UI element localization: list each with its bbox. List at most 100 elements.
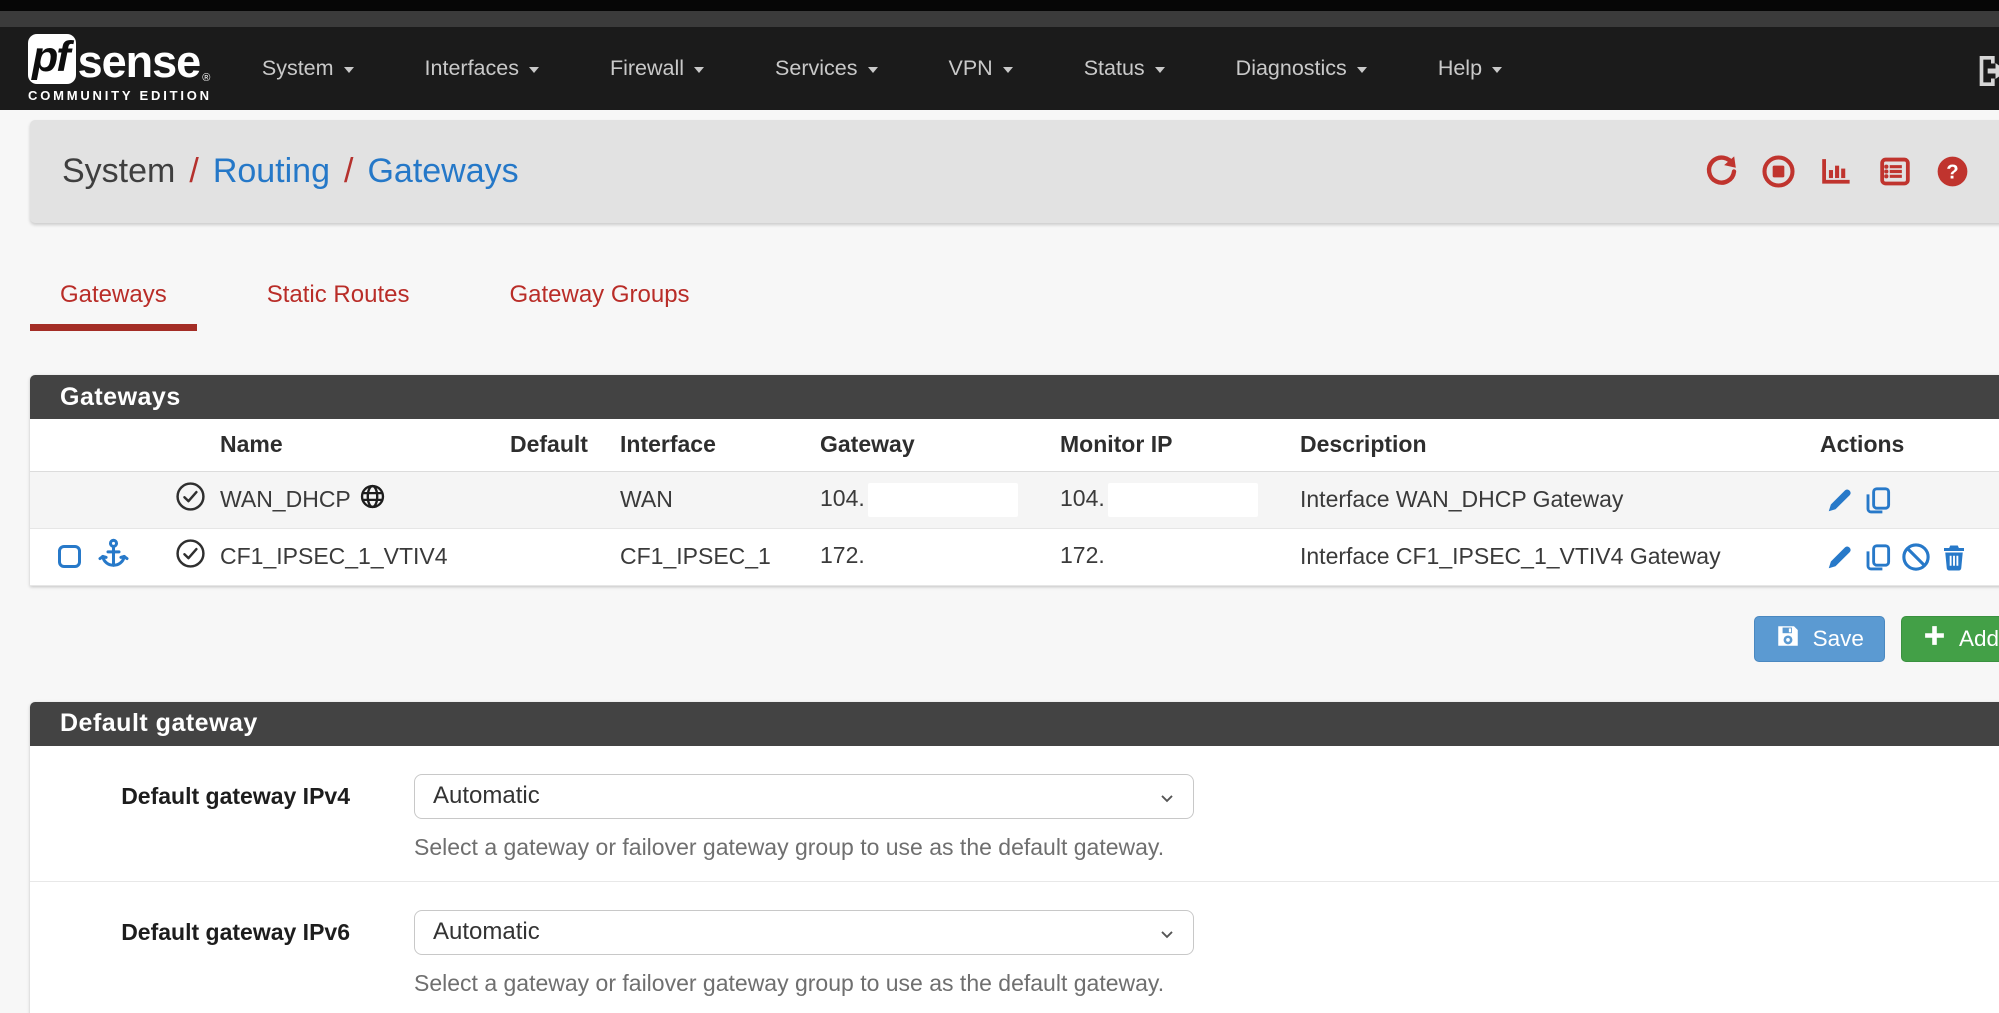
caret-down-icon xyxy=(1357,67,1367,73)
gateway-default xyxy=(510,471,620,528)
caret-down-icon xyxy=(694,67,704,73)
gateways-panel: Gateways Name Default Interface Gateway … xyxy=(30,375,1999,586)
gateway-address: 172. xyxy=(820,542,865,568)
gateway-address: 104. xyxy=(820,485,865,511)
check-circle-icon xyxy=(175,481,206,518)
sign-out-icon[interactable] xyxy=(1973,51,1999,96)
default-gateway-ipv6-select[interactable]: Automatic xyxy=(414,910,1194,955)
gateways-panel-title: Gateways xyxy=(60,383,181,412)
breadcrumb-panel: System / Routing / Gateways ? xyxy=(30,120,1999,223)
form-row-ipv4: Default gateway IPv4 Automatic Select a … xyxy=(30,746,1999,882)
col-name: Name xyxy=(220,419,510,471)
monitor-ip: 172. xyxy=(1060,542,1105,568)
nav-item-system[interactable]: System xyxy=(262,56,354,81)
check-circle-icon xyxy=(175,538,206,575)
nav-item-help[interactable]: Help xyxy=(1438,56,1502,81)
col-gateway: Gateway xyxy=(820,419,1060,471)
default-gateway-panel-title: Default gateway xyxy=(60,709,258,738)
gateway-name: WAN_DHCP xyxy=(220,486,351,513)
nav-item-firewall[interactable]: Firewall xyxy=(610,56,704,81)
col-description: Description xyxy=(1300,419,1820,471)
gateway-description: Interface CF1_IPSEC_1_VTIV4 Gateway xyxy=(1300,528,1820,585)
nav-item-label: System xyxy=(262,56,334,81)
breadcrumb-separator: / xyxy=(189,152,198,191)
nav-item-status[interactable]: Status xyxy=(1084,56,1165,81)
refresh-icon[interactable] xyxy=(1704,154,1739,189)
breadcrumb-separator: / xyxy=(344,152,353,191)
default-gateway-ipv6-label: Default gateway IPv6 xyxy=(30,910,350,997)
caret-down-icon xyxy=(1003,67,1013,73)
nav-item-label: Firewall xyxy=(610,56,684,81)
svg-text:?: ? xyxy=(1946,162,1958,184)
save-icon xyxy=(1775,623,1801,655)
tab-static-routes[interactable]: Static Routes xyxy=(237,281,440,331)
plus-icon xyxy=(1922,623,1947,654)
gateway-interface: CF1_IPSEC_1 xyxy=(620,528,820,585)
add-button[interactable]: Add xyxy=(1901,616,1999,662)
logo-sense: sense xyxy=(78,39,201,84)
pfsense-logo[interactable]: pf sense ® COMMUNITY EDITION xyxy=(28,34,212,103)
select-value: Automatic xyxy=(433,918,540,946)
gateway-description: Interface WAN_DHCP Gateway xyxy=(1300,471,1820,528)
tab-gateways[interactable]: Gateways xyxy=(30,281,197,331)
default-gateway-ipv6-help: Select a gateway or failover gateway gro… xyxy=(414,970,1194,997)
row-checkbox[interactable] xyxy=(58,545,81,568)
table-buttons-row: Save Add xyxy=(30,586,1999,662)
chevron-down-icon xyxy=(1157,788,1177,808)
nav-item-label: VPN xyxy=(949,56,993,81)
breadcrumb-system: System xyxy=(62,152,175,191)
delete-icon[interactable] xyxy=(1939,542,1969,572)
help-icon[interactable]: ? xyxy=(1935,154,1970,189)
redacted-value xyxy=(1108,483,1258,517)
logo-pf: pf xyxy=(28,34,76,84)
disable-icon[interactable] xyxy=(1901,542,1931,572)
default-gateway-panel: Default gateway Default gateway IPv4 Aut… xyxy=(30,702,1999,1013)
table-row-wan-dhcp: WAN_DHCP WAN 104. 104. Interface WAN_DHC… xyxy=(30,471,1999,528)
window-top-strip xyxy=(0,0,1999,11)
caret-down-icon xyxy=(1155,67,1165,73)
log-icon[interactable] xyxy=(1877,154,1913,189)
copy-icon[interactable] xyxy=(1863,542,1893,572)
chevron-down-icon xyxy=(1157,924,1177,944)
edit-icon[interactable] xyxy=(1825,485,1855,515)
select-value: Automatic xyxy=(433,782,540,810)
add-button-label: Add xyxy=(1959,626,1999,652)
gateway-interface: WAN xyxy=(620,471,820,528)
logo-registered-mark: ® xyxy=(202,73,210,84)
redacted-value xyxy=(1108,540,1258,574)
globe-icon xyxy=(359,483,386,516)
col-status xyxy=(160,419,220,471)
save-button[interactable]: Save xyxy=(1754,616,1885,662)
nav-item-interfaces[interactable]: Interfaces xyxy=(425,56,539,81)
monitor-ip: 104. xyxy=(1060,485,1105,511)
routing-tabs: Gateways Static Routes Gateway Groups xyxy=(30,281,1999,331)
breadcrumb: System / Routing / Gateways xyxy=(62,152,519,191)
breadcrumb-gateways[interactable]: Gateways xyxy=(367,152,518,191)
redacted-value xyxy=(868,540,1018,574)
caret-down-icon xyxy=(868,67,878,73)
nav-item-label: Diagnostics xyxy=(1236,56,1347,81)
table-row-cf1-ipsec: CF1_IPSEC_1_VTIV4 CF1_IPSEC_1 172. 172. … xyxy=(30,528,1999,585)
tab-gateway-groups[interactable]: Gateway Groups xyxy=(479,281,719,331)
nav-item-label: Interfaces xyxy=(425,56,519,81)
nav-item-vpn[interactable]: VPN xyxy=(949,56,1013,81)
edit-icon[interactable] xyxy=(1825,542,1855,572)
save-button-label: Save xyxy=(1813,626,1864,652)
copy-icon[interactable] xyxy=(1863,485,1893,515)
default-gateway-ipv4-select[interactable]: Automatic xyxy=(414,774,1194,819)
default-gateway-ipv4-label: Default gateway IPv4 xyxy=(30,774,350,861)
gateway-default xyxy=(510,528,620,585)
table-header-row: Name Default Interface Gateway Monitor I… xyxy=(30,419,1999,471)
window-title-strip xyxy=(0,11,1999,27)
gateways-table: Name Default Interface Gateway Monitor I… xyxy=(30,419,1999,586)
chart-icon[interactable] xyxy=(1818,154,1855,189)
breadcrumb-routing[interactable]: Routing xyxy=(213,152,330,191)
stop-icon[interactable] xyxy=(1761,154,1796,189)
col-interface: Interface xyxy=(620,419,820,471)
nav-item-services[interactable]: Services xyxy=(775,56,877,81)
caret-down-icon xyxy=(344,67,354,73)
nav-item-label: Help xyxy=(1438,56,1482,81)
nav-item-diagnostics[interactable]: Diagnostics xyxy=(1236,56,1367,81)
default-gateway-panel-header: Default gateway xyxy=(30,702,1999,746)
col-select xyxy=(30,419,160,471)
